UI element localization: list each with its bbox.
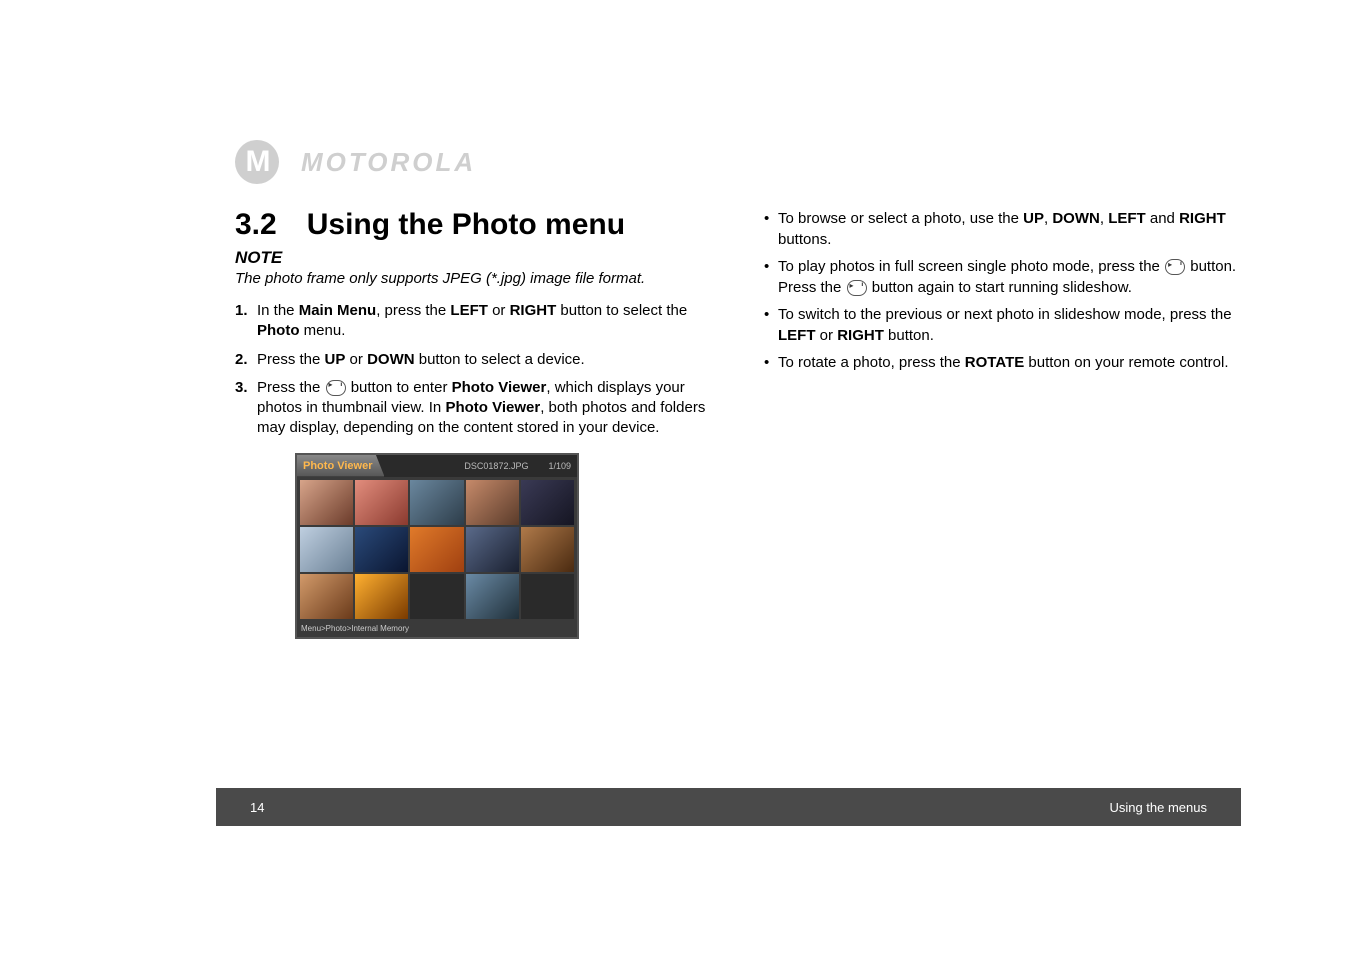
steps-list: 1. In the Main Menu, press the LEFT or R…: [235, 301, 714, 439]
note-text: The photo frame only supports JPEG (*.jp…: [235, 270, 714, 287]
motorola-logo-icon: M: [235, 140, 279, 184]
thumbnail: [300, 527, 353, 572]
bullet-rotate: To rotate a photo, press the ROTATE butt…: [762, 352, 1241, 373]
step-2: 2. Press the UP or DOWN button to select…: [235, 350, 714, 370]
photo-viewer-header: Photo Viewer DSC01872.JPG 1/109: [297, 455, 577, 477]
feature-bullets: To browse or select a photo, use the UP,…: [762, 208, 1241, 373]
play-pause-icon: [847, 280, 867, 296]
thumbnail: [355, 527, 408, 572]
play-pause-icon: [326, 380, 346, 396]
thumbnail: [521, 480, 574, 525]
section-number: 3.2: [235, 208, 277, 241]
bullet-browse: To browse or select a photo, use the UP,…: [762, 208, 1241, 250]
photo-viewer-screenshot: Photo Viewer DSC01872.JPG 1/109: [295, 453, 579, 639]
thumbnail: [355, 574, 408, 619]
bullet-play: To play photos in full screen single pho…: [762, 256, 1241, 298]
thumbnail: [355, 480, 408, 525]
photo-viewer-breadcrumb: Menu>Photo>Internal Memory: [297, 622, 577, 635]
bullet-switch: To switch to the previous or next photo …: [762, 304, 1241, 346]
footer-section: Using the menus: [1109, 800, 1207, 815]
page-footer: 14 Using the menus: [216, 788, 1241, 826]
page-number: 14: [250, 800, 264, 815]
thumbnail: [521, 574, 574, 619]
thumbnail: [466, 527, 519, 572]
play-pause-icon: [1165, 259, 1185, 275]
thumbnail: [300, 574, 353, 619]
thumbnail: [466, 480, 519, 525]
thumbnail: [300, 480, 353, 525]
thumbnail: [410, 480, 463, 525]
thumbnail-grid: [297, 477, 577, 622]
section-heading: 3.2 Using the Photo menu: [235, 208, 714, 242]
right-column: To browse or select a photo, use the UP,…: [762, 208, 1241, 639]
left-column: 3.2 Using the Photo menu NOTE The photo f…: [235, 208, 714, 639]
section-title: Using the Photo menu: [307, 208, 625, 241]
thumbnail: [466, 574, 519, 619]
manual-header: M MOTOROLA: [235, 140, 1241, 184]
thumbnail: [410, 527, 463, 572]
thumbnail: [410, 574, 463, 619]
photo-viewer-filename: DSC01872.JPG: [464, 461, 528, 471]
note-label: NOTE: [235, 248, 714, 268]
brand-text: MOTOROLA: [301, 147, 476, 178]
step-3: 3. Press the button to enter Photo Viewe…: [235, 378, 714, 439]
thumbnail: [521, 527, 574, 572]
logo-glyph: M: [246, 145, 269, 179]
step-1: 1. In the Main Menu, press the LEFT or R…: [235, 301, 714, 342]
photo-viewer-counter: 1/109: [548, 461, 571, 471]
photo-viewer-tab: Photo Viewer: [297, 455, 384, 477]
